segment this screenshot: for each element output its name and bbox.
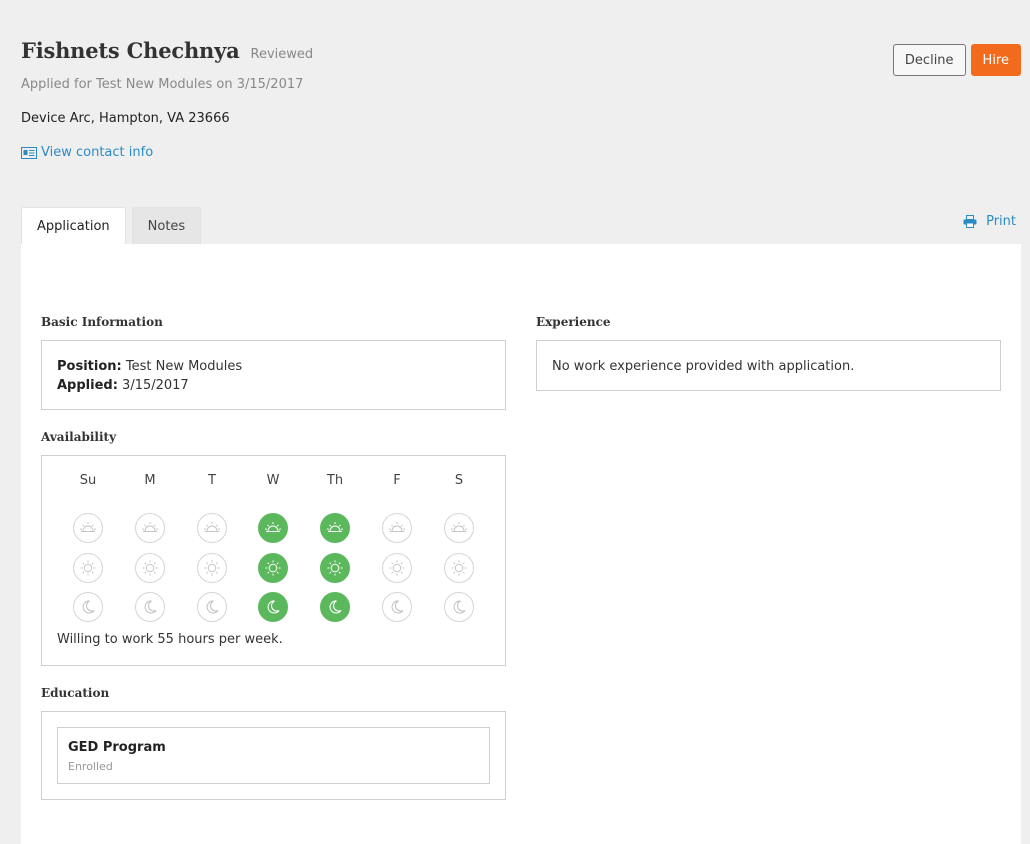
moon-icon	[326, 598, 344, 616]
decline-button[interactable]: Decline	[893, 44, 966, 76]
header-actions: Decline Hire	[893, 44, 1021, 76]
view-contact-link[interactable]: View contact info	[21, 145, 1021, 160]
applied-row: Applied: 3/15/2017	[57, 376, 189, 395]
experience-empty-text: No work experience provided with applica…	[552, 357, 854, 376]
morning-slot-s[interactable]	[444, 513, 474, 543]
position-row: Position: Test New Modules	[57, 357, 242, 376]
sun-icon	[388, 559, 406, 577]
availability-title: Availability	[41, 430, 116, 444]
education-name: GED Program	[68, 740, 166, 755]
education-item: GED Program Enrolled	[57, 727, 490, 784]
morning-slot-th[interactable]	[320, 513, 350, 543]
sun-icon	[264, 559, 282, 577]
morning-slot-m[interactable]	[135, 513, 165, 543]
day-slot-su[interactable]	[73, 553, 103, 583]
applicant-name: Fishnets Chechnya	[21, 38, 240, 63]
status-badge: Reviewed	[251, 47, 314, 62]
contact-card-icon	[21, 147, 37, 159]
night-slot-th[interactable]	[320, 592, 350, 622]
position-label: Position:	[57, 359, 122, 374]
morning-slot-t[interactable]	[197, 513, 227, 543]
tab-bar: Application Notes	[21, 207, 207, 244]
sunrise-icon	[264, 519, 282, 537]
hire-button[interactable]: Hire	[971, 44, 1021, 76]
sun-icon	[203, 559, 221, 577]
sunrise-icon	[79, 519, 97, 537]
name-row: Fishnets Chechnya Reviewed	[21, 38, 1021, 63]
day-label: M	[130, 473, 170, 488]
experience-box: No work experience provided with applica…	[536, 340, 1001, 391]
moon-icon	[141, 598, 159, 616]
view-contact-label[interactable]: View contact info	[41, 145, 153, 160]
day-slot-m[interactable]	[135, 553, 165, 583]
day-slot-s[interactable]	[444, 553, 474, 583]
basic-info-box: Position: Test New Modules Applied: 3/15…	[41, 340, 506, 410]
sunrise-icon	[388, 519, 406, 537]
applied-label: Applied:	[57, 378, 118, 393]
moon-icon	[450, 598, 468, 616]
print-link[interactable]: Print	[963, 214, 1016, 229]
day-label: W	[253, 473, 293, 488]
education-box: GED Program Enrolled	[41, 711, 506, 800]
basic-info-title: Basic Information	[41, 315, 163, 329]
print-label[interactable]: Print	[986, 214, 1016, 229]
sun-icon	[450, 559, 468, 577]
sunrise-icon	[450, 519, 468, 537]
sun-icon	[326, 559, 344, 577]
day-label: T	[192, 473, 232, 488]
sunrise-icon	[141, 519, 159, 537]
education-title: Education	[41, 686, 109, 700]
day-label: S	[439, 473, 479, 488]
day-slot-t[interactable]	[197, 553, 227, 583]
day-slot-th[interactable]	[320, 553, 350, 583]
application-panel: Basic Information Position: Test New Mod…	[21, 244, 1021, 844]
night-slot-w[interactable]	[258, 592, 288, 622]
applied-value: 3/15/2017	[122, 378, 189, 393]
applied-line: Applied for Test New Modules on 3/15/201…	[21, 77, 1021, 92]
day-label: Su	[68, 473, 108, 488]
sun-icon	[79, 559, 97, 577]
sun-icon	[141, 559, 159, 577]
morning-slot-w[interactable]	[258, 513, 288, 543]
morning-slot-su[interactable]	[73, 513, 103, 543]
day-label: F	[377, 473, 417, 488]
experience-title: Experience	[536, 315, 611, 329]
education-status: Enrolled	[68, 760, 113, 773]
night-slot-t[interactable]	[197, 592, 227, 622]
availability-hours: Willing to work 55 hours per week.	[57, 632, 283, 647]
night-slot-s[interactable]	[444, 592, 474, 622]
moon-icon	[264, 598, 282, 616]
morning-slot-f[interactable]	[382, 513, 412, 543]
sunrise-icon	[203, 519, 221, 537]
applicant-address: Device Arc, Hampton, VA 23666	[21, 111, 1021, 126]
tab-application[interactable]: Application	[21, 207, 126, 244]
applicant-header: Fishnets Chechnya Reviewed Applied for T…	[21, 38, 1021, 160]
day-label: Th	[315, 473, 355, 488]
day-slot-w[interactable]	[258, 553, 288, 583]
night-slot-m[interactable]	[135, 592, 165, 622]
night-slot-su[interactable]	[73, 592, 103, 622]
position-value: Test New Modules	[126, 359, 242, 374]
moon-icon	[388, 598, 406, 616]
availability-box: Su M T W Th F S Willing to work 55 hours per w…	[41, 455, 506, 666]
tab-notes[interactable]: Notes	[132, 207, 202, 244]
day-slot-f[interactable]	[382, 553, 412, 583]
sunrise-icon	[326, 519, 344, 537]
moon-icon	[79, 598, 97, 616]
moon-icon	[203, 598, 221, 616]
printer-icon	[963, 215, 977, 228]
night-slot-f[interactable]	[382, 592, 412, 622]
